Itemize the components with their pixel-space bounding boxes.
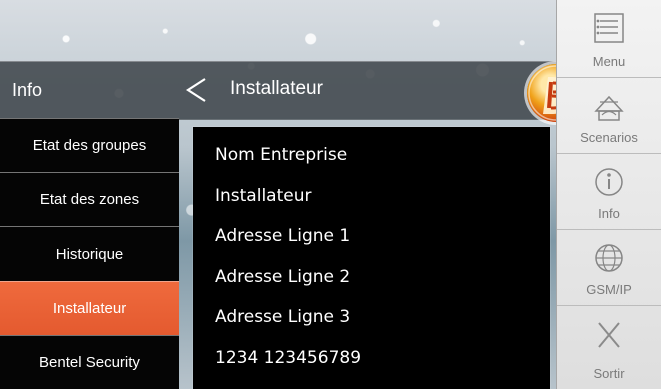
header-left-label: Info — [12, 80, 43, 100]
menu-button[interactable]: Menu — [557, 0, 661, 78]
screen: Info Installateur Etat des groupes Etat … — [0, 0, 661, 389]
gsm-ip-button[interactable]: GSM/IP — [557, 230, 661, 306]
left-menu-item-label: Installateur — [52, 299, 127, 317]
gsm-ip-button-label: GSM/IP — [586, 282, 632, 297]
content-row: Nom Entreprise — [215, 145, 348, 165]
content-row: Adresse Ligne 2 — [215, 266, 351, 287]
left-menu-item-label: Etat des zones — [39, 191, 140, 209]
exit-button-label: Sortir — [593, 366, 625, 381]
right-rail: Menu Scenarios Info GSM/IP Sortir — [556, 0, 661, 389]
exit-icon — [598, 322, 620, 348]
header-section-label: Info — [0, 62, 178, 119]
page-title: Installateur — [230, 78, 323, 99]
left-menu: Etat des groupes Etat des zones Historiq… — [0, 118, 179, 389]
left-menu-item-bentel-security[interactable]: Bentel Security — [0, 334, 179, 389]
left-menu-item-etat-des-groupes[interactable]: Etat des groupes — [0, 118, 179, 173]
globe-icon — [595, 244, 623, 272]
scenarios-button-label: Scenarios — [580, 130, 638, 145]
installer-details-panel: Nom Entreprise Installateur Adresse Lign… — [193, 127, 550, 389]
back-arrow-icon[interactable] — [184, 76, 208, 104]
top-bar: Info Installateur — [0, 61, 560, 120]
content-row: Adresse Ligne 3 — [215, 307, 351, 327]
scenarios-icon — [594, 95, 624, 121]
info-button[interactable]: Info — [557, 154, 661, 230]
menu-button-label: Menu — [592, 54, 626, 69]
left-menu-item-historique[interactable]: Historique — [0, 226, 179, 281]
scenarios-button[interactable]: Scenarios — [557, 78, 661, 154]
content-row: Adresse Ligne 1 — [215, 226, 351, 246]
left-menu-item-label: Historique — [55, 245, 124, 263]
left-menu-item-label: Etat des groupes — [32, 137, 147, 155]
exit-button[interactable]: Sortir — [557, 306, 661, 389]
left-menu-item-label: Bentel Security — [39, 353, 140, 371]
info-button-label: Info — [598, 206, 620, 221]
content-row: 1234 123456789 — [215, 347, 362, 368]
menu-icon — [594, 13, 624, 43]
content-row: Installateur — [215, 185, 312, 206]
left-menu-item-etat-des-zones[interactable]: Etat des zones — [0, 172, 179, 227]
left-menu-item-installateur[interactable]: Installateur — [0, 280, 179, 335]
info-icon — [595, 168, 623, 196]
